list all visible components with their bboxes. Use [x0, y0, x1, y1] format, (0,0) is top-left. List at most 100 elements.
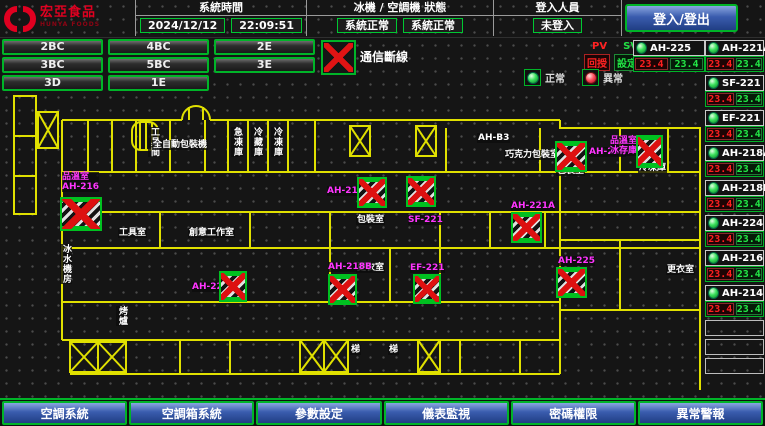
floor-button-1e[interactable]: 1E: [108, 75, 209, 91]
unit-sv-value: 23.4: [736, 233, 763, 245]
unit-entry-ah-216: AH-21623.423.4: [705, 250, 764, 282]
unit-status-led-icon: [708, 148, 719, 159]
bottom-nav: 空調系統空調箱系統參數設定儀表監視密碼權限異常警報: [0, 398, 765, 426]
unit-name-label: AH-214: [722, 288, 763, 299]
unit-values-row: 23.423.4: [633, 56, 705, 72]
login-logout-button[interactable]: 登入/登出: [625, 4, 738, 32]
plan-unit-marker-ah-221a[interactable]: [511, 212, 542, 243]
unit-name-button[interactable]: AH-214: [705, 285, 764, 301]
unit-name-button[interactable]: AH-218A: [705, 145, 764, 161]
room-label: 創意工作室: [188, 228, 235, 238]
plan-unit-marker-ef-221[interactable]: [413, 274, 441, 304]
unit-entry-ah-218b: AH-218B23.423.4: [705, 180, 764, 212]
plan-unit-marker-ah-218b[interactable]: [328, 274, 357, 305]
unit-entry-ah-224: AH-22423.423.4: [705, 215, 764, 247]
machine-status-section: 冰機 / 空調機 狀態 系統正常 系統正常: [306, 0, 494, 36]
plan-unit-label-ah-216: 品溫室AH-216: [62, 172, 99, 192]
unit-name-button[interactable]: AH-216: [705, 250, 764, 266]
room-label: 冷藏庫: [251, 127, 263, 157]
floor-button-4bc[interactable]: 4BC: [108, 39, 209, 55]
pv-header: PV: [592, 41, 607, 52]
unit-status-led-icon: [708, 218, 719, 229]
nav-ahu-system[interactable]: 空調箱系統: [129, 401, 254, 425]
comm-loss-icon: [321, 40, 356, 75]
floor-button-5bc[interactable]: 5BC: [108, 57, 209, 73]
nav-meter-monitor[interactable]: 儀表監視: [384, 401, 509, 425]
floor-button-3e[interactable]: 3E: [214, 57, 315, 73]
room-label: 冷凍庫: [271, 127, 283, 157]
plan-unit-label-line: 品溫室: [610, 136, 637, 146]
room-label: 全自動包裝機: [152, 140, 208, 150]
nav-ac-system[interactable]: 空調系統: [2, 401, 127, 425]
plan-unit-label-line: AH-218B: [328, 262, 372, 272]
unit-sv-value: 23.4: [736, 198, 763, 210]
plan-unit-marker-ah-218a[interactable]: [357, 177, 387, 208]
system-time-value: 22:09:51: [231, 18, 302, 33]
unit-values-row: 23.423.4: [705, 56, 764, 72]
floor-buttons: 2BC 4BC 2E 3BC 5BC 3E 3D 1E: [2, 39, 315, 91]
normal-label: 正常: [545, 70, 565, 85]
room-label: 梯: [350, 345, 361, 355]
plan-unit-label-line: SF-221: [408, 215, 443, 225]
brand-logo: 宏亞食品 HUNYA FOODS: [4, 2, 132, 35]
unit-status-led-icon: [636, 43, 647, 54]
floor-button-3d[interactable]: 3D: [2, 75, 103, 91]
unit-name-label: SF-221: [722, 78, 761, 89]
plan-unit-marker-ah-216[interactable]: [60, 197, 102, 231]
floor-button-2bc[interactable]: 2BC: [2, 39, 103, 55]
hunya-logo-icon: [4, 4, 36, 34]
floor-button-2e[interactable]: 2E: [214, 39, 315, 55]
unit-pv-value: 23.4: [707, 128, 734, 140]
ac-status-value: 系統正常: [403, 18, 463, 33]
plan-unit-label-冰存庫: 品溫室冰存庫: [610, 136, 637, 156]
unit-values-row: 23.423.4: [705, 196, 764, 212]
plan-unit-marker-ah-214[interactable]: [555, 141, 587, 172]
normal-led-icon: [524, 69, 541, 86]
plan-unit-marker-sf-221[interactable]: [406, 176, 436, 207]
chiller-status-value: 系統正常: [337, 18, 397, 33]
plan-unit-marker-ah-224[interactable]: [219, 271, 247, 302]
unit-empty-slot: [705, 339, 764, 355]
unit-name-button[interactable]: AH-218B: [705, 180, 764, 196]
nav-password-auth[interactable]: 密碼權限: [511, 401, 636, 425]
unit-name-button[interactable]: AH-224: [705, 215, 764, 231]
unit-name-button[interactable]: AH-225: [633, 40, 705, 56]
plan-unit-marker-冰存庫[interactable]: [636, 135, 663, 168]
room-label: 烤爐: [116, 306, 128, 326]
abnormal-label: 異常: [603, 70, 623, 85]
nav-parameter-settings[interactable]: 參數設定: [256, 401, 381, 425]
unit-name-label: AH-221A: [722, 43, 765, 54]
plan-unit-label-line: AH-225: [558, 256, 595, 266]
unit-name-button[interactable]: SF-221: [705, 75, 764, 91]
pv-sv-legend: PV SV 回授 設定: [584, 41, 640, 71]
abnormal-legend: 異常: [582, 69, 623, 86]
nav-alarm[interactable]: 異常警報: [638, 401, 763, 425]
plan-unit-label-line: AH-221A: [511, 201, 555, 211]
unit-empty-slot: [705, 320, 764, 336]
unit-values-row: 23.423.4: [705, 161, 764, 177]
login-label: 登入人員: [494, 0, 621, 16]
brand-name-en: HUNYA FOODS: [40, 19, 100, 31]
unit-empty-slot: [705, 358, 764, 374]
unit-values-row: 23.423.4: [705, 91, 764, 107]
unit-entry-sf-221: SF-221 23.423.4: [705, 75, 764, 107]
normal-legend: 正常: [524, 69, 565, 86]
unit-status-led-icon: [708, 43, 719, 54]
room-label: 巧克力包裝室: [504, 150, 560, 160]
floor-button-3bc[interactable]: 3BC: [2, 57, 103, 73]
plan-unit-marker-ah-225[interactable]: [556, 267, 587, 298]
unit-name-button[interactable]: EF-221: [705, 110, 764, 126]
plan-unit-label-line: 冰存庫: [610, 146, 637, 156]
plan-unit-label-ah-225: AH-225: [558, 256, 595, 266]
unit-name-label: EF-221: [722, 113, 760, 124]
abnormal-led-icon: [582, 69, 599, 86]
unit-name-label: AH-224: [722, 218, 763, 229]
unit-name-button[interactable]: AH-221A: [705, 40, 764, 56]
plan-unit-label-ah-221a: AH-221A: [511, 201, 555, 211]
unit-entry-ah-218a: AH-218A23.423.4: [705, 145, 764, 177]
unit-status-led-icon: [708, 78, 719, 89]
unit-values-row: 23.423.4: [705, 301, 764, 317]
unit-pv-value: 23.4: [707, 163, 734, 175]
plan-unit-label-sf-221: SF-221: [408, 215, 443, 225]
unit-name-label: AH-216: [722, 253, 763, 264]
